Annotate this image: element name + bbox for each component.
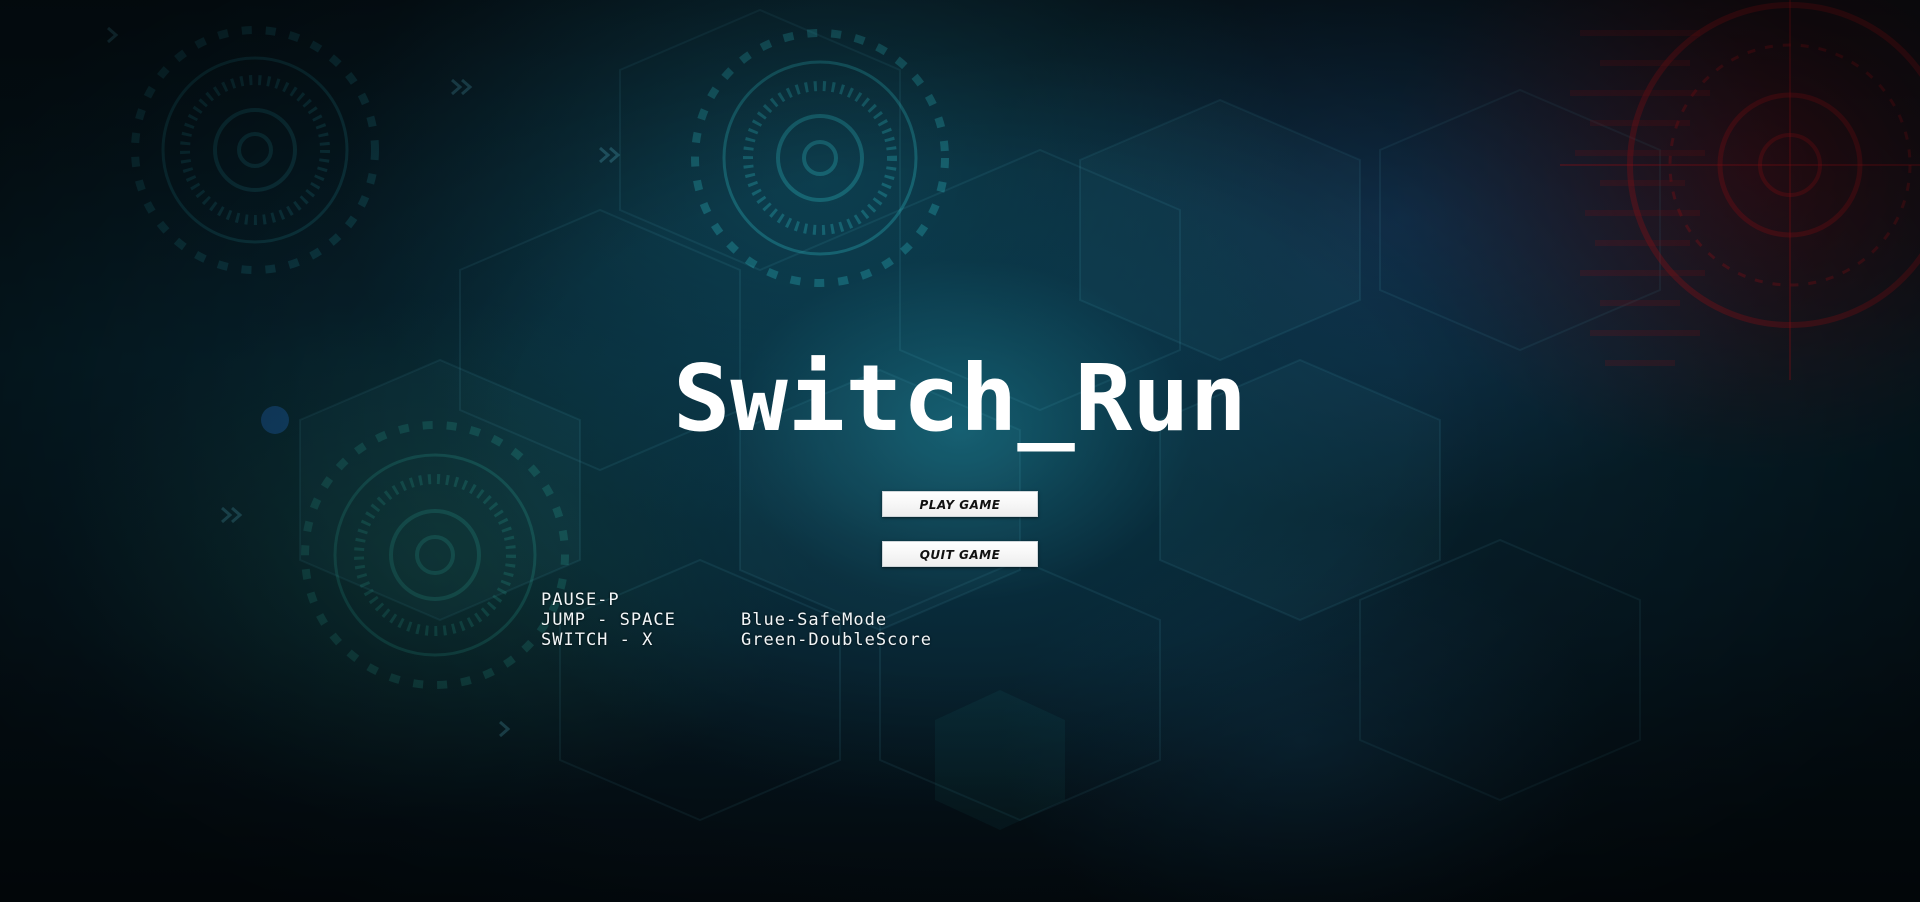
green-mode-hint: Green-DoubleScore bbox=[741, 630, 932, 650]
switch-control-hint: SWITCH - X bbox=[541, 630, 654, 650]
circuit-emblem-top-center bbox=[691, 29, 949, 287]
blue-mode-hint: Blue-SafeMode bbox=[741, 610, 888, 630]
red-circuit-emblem bbox=[1560, 0, 1920, 380]
game-title: Switch_Run bbox=[673, 345, 1247, 452]
glow-hexagon bbox=[935, 690, 1065, 830]
red-code-lines bbox=[1570, 30, 1710, 366]
game-title-text: Switch_Run bbox=[673, 345, 1247, 452]
jump-control-hint: JUMP - SPACE bbox=[541, 610, 676, 630]
blue-glow-dot bbox=[261, 406, 289, 434]
play-game-button[interactable]: PLAY GAME bbox=[882, 491, 1038, 517]
quit-game-button[interactable]: QUIT GAME bbox=[882, 541, 1038, 567]
pause-control-hint: PAUSE-P bbox=[541, 590, 620, 610]
circuit-emblem-top-left bbox=[131, 26, 379, 274]
main-menu-screen: Switch_Run PLAY GAME QUIT GAME PAUSE-P J… bbox=[0, 0, 1920, 902]
